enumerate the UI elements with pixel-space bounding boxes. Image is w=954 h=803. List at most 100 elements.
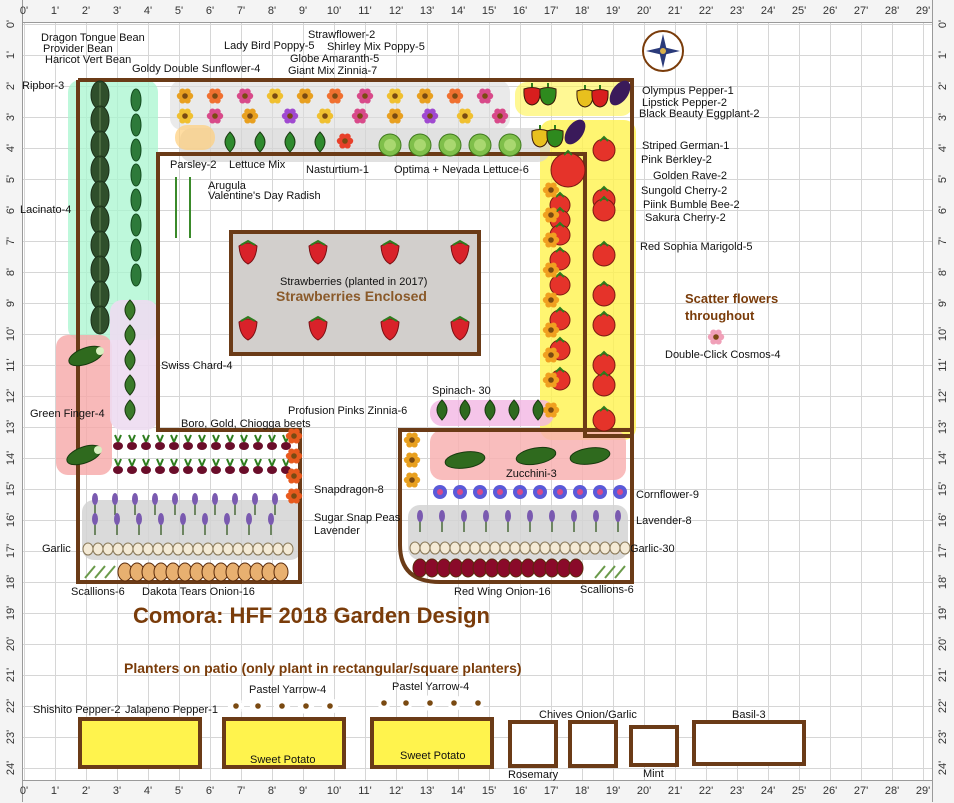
yarrow-icon bbox=[279, 703, 285, 709]
garlic-icon bbox=[579, 541, 591, 555]
poppy-icon bbox=[392, 113, 398, 119]
planter-peppers[interactable] bbox=[78, 717, 202, 769]
lettuce-icon bbox=[254, 131, 266, 153]
beet-icon bbox=[183, 442, 193, 450]
beet-icon bbox=[281, 442, 291, 450]
label-nasturtium: Nasturtium-1 bbox=[306, 164, 369, 176]
bean-icon bbox=[130, 263, 142, 287]
chard-icon bbox=[124, 349, 136, 371]
label-zucchini: Zucchini-3 bbox=[506, 468, 557, 480]
lavender-icon bbox=[461, 510, 467, 522]
lavender-icon bbox=[232, 493, 238, 505]
garlic-icon bbox=[232, 542, 244, 556]
strawberry-icon bbox=[450, 242, 470, 265]
lavender-icon bbox=[615, 510, 621, 522]
beet-icon bbox=[127, 442, 137, 450]
label-chives: Chives Onion/Garlic bbox=[539, 709, 637, 721]
tomato-icon bbox=[592, 373, 616, 397]
planter-chives[interactable] bbox=[568, 720, 618, 768]
garlic-icon bbox=[122, 542, 134, 556]
poppy-icon bbox=[302, 93, 308, 99]
scallion-icon bbox=[104, 565, 116, 579]
garlic-icon bbox=[142, 542, 154, 556]
label-double-click-cosmos: Double-Click Cosmos-4 bbox=[665, 349, 781, 361]
marigold-icon bbox=[548, 327, 554, 333]
beet-icon bbox=[141, 442, 151, 450]
lavender-icon bbox=[136, 513, 142, 525]
label-piink-bumble: Piink Bumble Bee-2 bbox=[643, 199, 740, 211]
garden-planner-canvas[interactable]: 0' 1' 2' 3' 4' 5' 6' 7' 8' 9' 10' 11' 12' 13' 14' 15' 16… bbox=[0, 0, 954, 803]
lavender-icon bbox=[252, 493, 258, 505]
planter-mint[interactable] bbox=[629, 725, 679, 767]
beet-icon bbox=[155, 442, 165, 450]
zinnia-icon bbox=[409, 437, 415, 443]
yarrow-icon bbox=[475, 700, 481, 706]
planter-basil[interactable] bbox=[692, 720, 806, 766]
garlic-icon bbox=[569, 541, 581, 555]
chard-icon bbox=[124, 374, 136, 396]
chard-icon bbox=[124, 324, 136, 346]
lavender-icon bbox=[268, 513, 274, 525]
spinach-icon bbox=[508, 399, 520, 421]
marigold-icon bbox=[548, 237, 554, 243]
label-golden-rave: Golden Rave-2 bbox=[653, 170, 727, 182]
bean-icon bbox=[130, 238, 142, 262]
lettuce-icon bbox=[314, 131, 326, 153]
label-globe-amaranth: Globe Amaranth-5 bbox=[290, 53, 380, 65]
pepper-icon bbox=[591, 89, 609, 108]
zinnia-icon bbox=[291, 433, 297, 439]
label-shishito: Shishito Pepper-2 bbox=[33, 704, 121, 716]
pepper-icon bbox=[531, 129, 549, 148]
marigold-icon bbox=[548, 407, 554, 413]
yarrow-icon bbox=[451, 700, 457, 706]
garlic-icon bbox=[92, 542, 104, 556]
lavender-icon bbox=[114, 513, 120, 525]
label-ripbor: Ripbor-3 bbox=[22, 80, 65, 92]
lavender-icon bbox=[483, 510, 489, 522]
poppy-icon bbox=[182, 113, 188, 119]
garlic-icon bbox=[559, 541, 571, 555]
lavender-icon bbox=[224, 513, 230, 525]
planters-subtitle: Planters on patio (only plant in rectang… bbox=[124, 660, 522, 676]
garlic-icon bbox=[549, 541, 561, 555]
label-beets: Boro, Gold, Chiogga beets bbox=[181, 418, 311, 430]
zucchini-icon bbox=[444, 451, 486, 469]
garlic-icon bbox=[489, 541, 501, 555]
strawberry-icon bbox=[380, 242, 400, 265]
lettuce-icon bbox=[224, 131, 236, 153]
pepper-icon bbox=[539, 87, 557, 106]
label-scallions-left: Scallions-6 bbox=[71, 586, 125, 598]
beet-icon bbox=[169, 442, 179, 450]
garlic-icon bbox=[222, 542, 234, 556]
onion-icon bbox=[273, 562, 289, 582]
beet-icon bbox=[225, 466, 235, 474]
label-lavender: Lavender bbox=[314, 525, 360, 537]
label-pastel-yarrow-1: Pastel Yarrow-4 bbox=[249, 684, 327, 696]
bean-icon bbox=[130, 213, 142, 237]
garlic-icon bbox=[449, 541, 461, 555]
lavender-icon bbox=[246, 513, 252, 525]
label-black-beauty: Black Beauty Eggplant-2 bbox=[639, 108, 760, 120]
poppy-icon bbox=[212, 113, 218, 119]
garlic-icon bbox=[102, 542, 114, 556]
label-pink-berkley: Pink Berkley-2 bbox=[641, 154, 712, 166]
poppy-icon bbox=[332, 93, 338, 99]
garlic-icon bbox=[589, 541, 601, 555]
onion-icon bbox=[568, 558, 584, 578]
garlic-icon bbox=[439, 541, 451, 555]
label-sweet-potato-2: Sweet Potato bbox=[400, 750, 466, 762]
yarrow-icon bbox=[427, 700, 433, 706]
lavender-icon bbox=[527, 510, 533, 522]
tomato-icon bbox=[549, 274, 571, 296]
poppy-icon bbox=[462, 113, 468, 119]
label-sugar-snap-peas: Sugar Snap Peas bbox=[314, 512, 401, 524]
nasturtium-icon bbox=[342, 138, 348, 144]
garlic-icon bbox=[609, 541, 621, 555]
label-lettuce-mix: Lettuce Mix bbox=[229, 159, 286, 171]
label-goldy-sunflower: Goldy Double Sunflower-4 bbox=[132, 63, 261, 75]
label-olympus-pepper: Olympus Pepper-1 bbox=[642, 85, 734, 97]
garlic-icon bbox=[429, 541, 441, 555]
cucumber-icon bbox=[66, 444, 102, 466]
planter-rosemary[interactable] bbox=[508, 720, 558, 768]
label-red-sophia: Red Sophia Marigold-5 bbox=[640, 241, 753, 253]
